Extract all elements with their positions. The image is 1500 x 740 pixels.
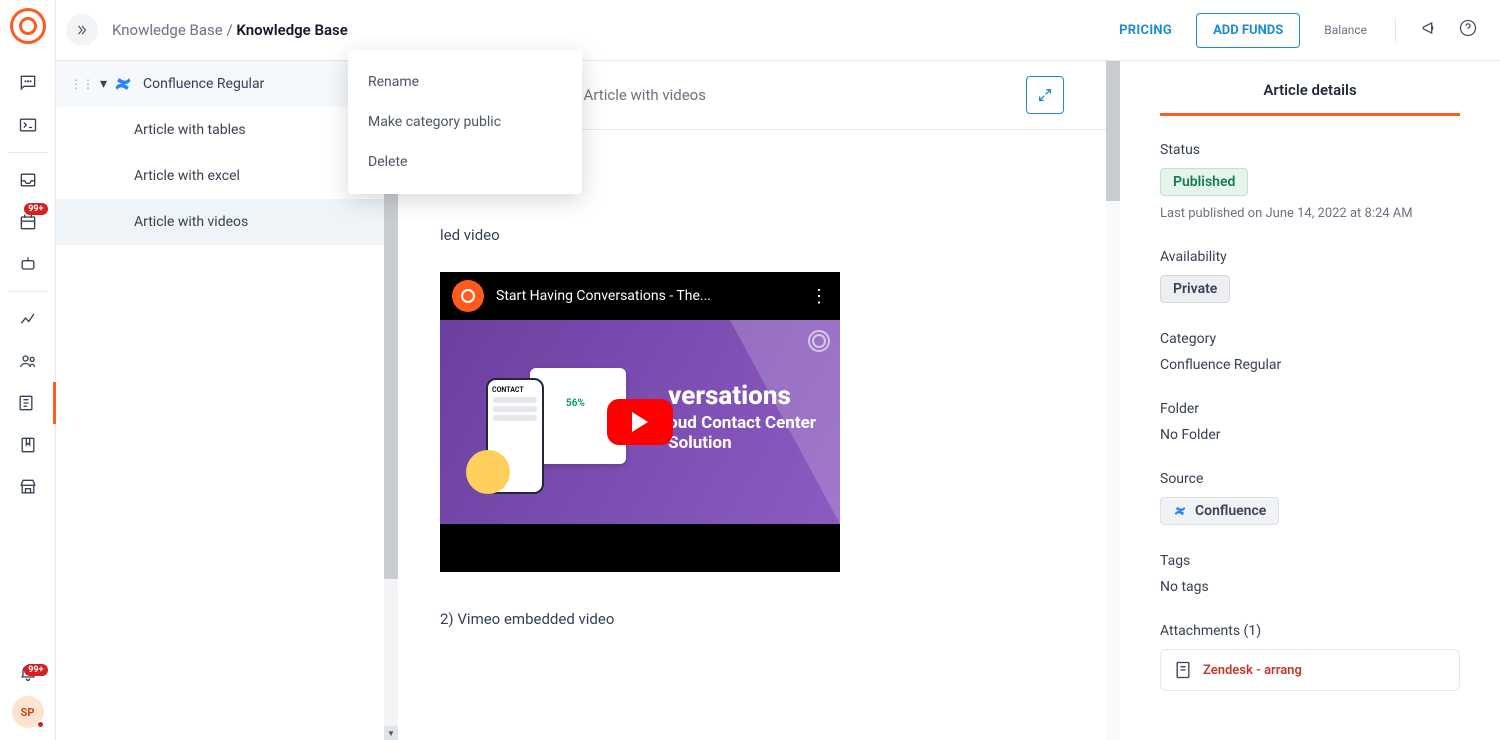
notif-badge: 99+ <box>24 664 47 676</box>
events-icon[interactable]: 99+ <box>0 201 56 243</box>
category-label: Category <box>1160 331 1460 347</box>
announce-icon[interactable] <box>1420 18 1440 42</box>
expand-button[interactable] <box>1026 76 1064 114</box>
rename-action[interactable]: Rename <box>348 62 582 102</box>
balance-label: Balance <box>1324 23 1367 37</box>
brand-logo[interactable] <box>10 8 46 44</box>
events-badge: 99+ <box>24 203 47 215</box>
topbar: Knowledge Base / Knowledge Base PRICING … <box>56 0 1500 61</box>
article-paragraph: 2) Vimeo embedded video <box>440 610 1064 628</box>
make-public-action[interactable]: Make category public <box>348 102 582 142</box>
rail-separator <box>8 291 48 292</box>
bot-icon[interactable] <box>0 243 56 285</box>
terminal-icon[interactable] <box>0 104 56 146</box>
breadcrumb-root[interactable]: Knowledge Base <box>112 21 223 39</box>
watermark-icon <box>808 330 830 352</box>
attachments-label: Attachments (1) <box>1160 623 1460 639</box>
category-tree: ⋮⋮ ▾ Confluence Regular ⋮ Article with t… <box>56 61 398 740</box>
tags-label: Tags <box>1160 553 1460 569</box>
delete-action[interactable]: Delete <box>348 142 582 182</box>
notifications-icon[interactable]: 99+ <box>0 662 56 682</box>
scroll-down-icon[interactable]: ▼ <box>384 726 398 740</box>
article-item[interactable]: Article with excel <box>56 153 384 199</box>
folder-value: No Folder <box>1160 427 1460 443</box>
category-row[interactable]: ⋮⋮ ▾ Confluence Regular ⋮ <box>56 61 384 107</box>
youtube-embed[interactable]: Start Having Conversations - The... ⋮ 56… <box>440 272 840 572</box>
category-context-menu: Rename Make category public Delete <box>348 50 582 194</box>
category-label: Confluence Regular <box>143 76 264 92</box>
store-icon[interactable] <box>0 466 56 508</box>
add-funds-button[interactable]: ADD FUNDS <box>1196 13 1300 48</box>
file-icon <box>1173 660 1193 680</box>
confluence-icon <box>1173 504 1187 518</box>
availability-label: Availability <box>1160 249 1460 265</box>
left-nav-rail: 99+ 99+ SP <box>0 0 56 740</box>
thumbnail-text: versations oud Contact Center Solution <box>668 382 816 453</box>
inbox-icon[interactable] <box>0 159 56 201</box>
status-subtext: Last published on June 14, 2022 at 8:24 … <box>1160 206 1460 221</box>
status-badge: Published <box>1160 168 1248 196</box>
article-details-panel: Article details Status Published Last pu… <box>1120 61 1500 740</box>
avatar-status-dot <box>36 720 45 729</box>
article-scrollbar[interactable] <box>1106 61 1120 740</box>
collapse-sidebar-button[interactable] <box>66 14 98 46</box>
video-title: Start Having Conversations - The... <box>496 288 798 304</box>
user-avatar[interactable]: SP <box>12 696 44 728</box>
scroll-thumb[interactable] <box>384 129 398 579</box>
breadcrumb: Knowledge Base / Knowledge Base <box>112 21 348 39</box>
play-icon[interactable] <box>607 399 673 445</box>
scroll-thumb[interactable] <box>1106 61 1120 201</box>
folder-label: Folder <box>1160 401 1460 417</box>
pricing-link[interactable]: PRICING <box>1119 23 1172 38</box>
chat-icon[interactable] <box>0 62 56 104</box>
bookmark-icon[interactable] <box>0 424 56 466</box>
status-label: Status <box>1160 142 1460 158</box>
drag-handle-icon[interactable]: ⋮⋮ <box>70 77 94 91</box>
tags-value: No tags <box>1160 579 1460 595</box>
chevron-down-icon[interactable]: ▾ <box>100 76 107 92</box>
availability-badge: Private <box>1160 275 1230 303</box>
article-item-selected[interactable]: Article with videos <box>56 199 384 245</box>
attachment-name: Zendesk - arrang <box>1203 663 1302 678</box>
help-icon[interactable] <box>1458 18 1478 42</box>
people-icon[interactable] <box>0 340 56 382</box>
breadcrumb-current: Knowledge Base <box>236 21 347 39</box>
source-badge: Confluence <box>1160 497 1279 525</box>
source-label: Source <box>1160 471 1460 487</box>
analytics-icon[interactable] <box>0 298 56 340</box>
article-item[interactable]: Article with tables <box>56 107 384 153</box>
details-tab[interactable]: Article details <box>1160 81 1460 116</box>
knowledge-base-icon[interactable] <box>0 382 56 424</box>
video-menu-icon[interactable]: ⋮ <box>810 286 828 307</box>
attachment-item[interactable]: Zendesk - arrang <box>1160 649 1460 691</box>
rail-separator <box>8 152 48 153</box>
avatar-initials: SP <box>21 706 35 719</box>
article-paragraph: led video <box>440 226 1064 244</box>
confluence-icon <box>113 74 133 94</box>
category-value: Confluence Regular <box>1160 357 1460 373</box>
video-channel-logo <box>452 280 484 312</box>
